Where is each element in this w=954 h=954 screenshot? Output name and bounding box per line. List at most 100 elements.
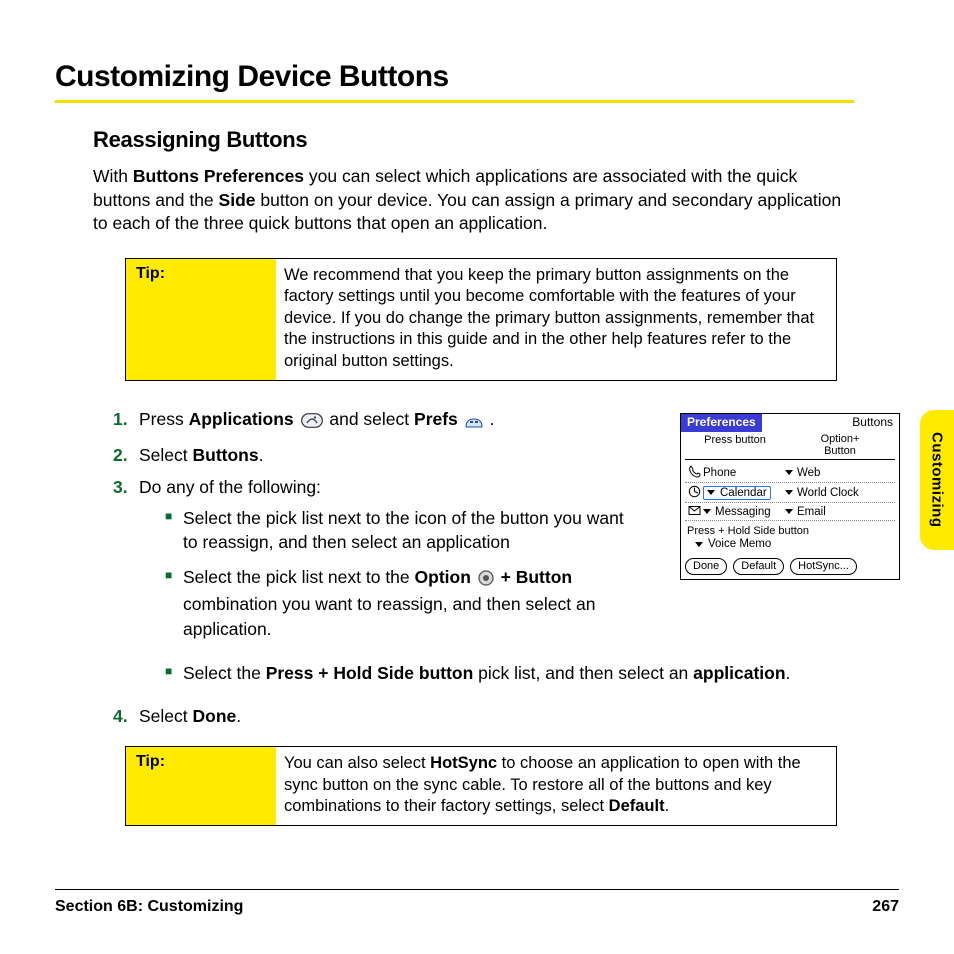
palm-column-headers: Press button Option+Button [685,434,895,460]
palm-picklist-web[interactable]: Web [785,467,895,479]
chevron-down-icon [785,490,793,495]
steps-list-part2: ■ Select the Press + Hold Side button pi… [113,655,843,728]
option-key-icon [478,568,494,593]
chevron-down-icon [703,509,711,514]
text: You can also select [284,754,430,772]
chevron-down-icon [785,509,793,514]
palm-row-messaging: Messaging Email [685,503,895,521]
text: and select [329,409,414,429]
step-1: 1. Press Applications and select Prefs . [113,407,633,435]
text-bold: Applications [189,409,294,429]
step-4: 4. Select Done. [113,704,843,729]
step-number: 2. [113,443,139,468]
text: Select [139,445,193,465]
text: Select [139,706,193,726]
text-bold: Buttons Preferences [133,166,304,186]
bullet-icon: ■ [165,565,183,642]
bullet-icon: ■ [165,506,183,555]
footer-separator [55,889,899,890]
text: Press [139,409,189,429]
step-body: Press Applications and select Prefs . [139,407,633,435]
mail-icon [685,505,703,518]
text: . [665,797,670,815]
text-bold: HotSync [430,754,497,772]
sub-bullet-3-wrap: ■ Select the Press + Hold Side button pi… [139,655,843,696]
palm-done-button[interactable]: Done [685,558,727,575]
bullet-body: Select the pick list next to the Option … [183,565,633,642]
text-bold: + Button [501,567,572,587]
step-body: Select Buttons. [139,443,633,468]
tip-box-1: Tip: We recommend that you keep the prim… [125,258,837,381]
bullet-body: Select the pick list next to the icon of… [183,506,633,555]
sub-bullet-1: ■ Select the pick list next to the icon … [165,506,633,555]
text-bold: Prefs [414,409,458,429]
text: Do any of the following: [139,477,321,497]
palm-picklist-worldclock[interactable]: World Clock [785,487,895,499]
text-bold: Buttons [193,445,259,465]
step-number: 4. [113,704,139,729]
step-number: 1. [113,407,139,435]
text-bold: Option [415,567,471,587]
palm-title: Preferences [681,414,762,432]
text-bold: Side [219,190,256,210]
col-header-press: Press button [685,434,785,457]
text-bold: application [693,663,785,683]
text: . [786,663,791,683]
palm-hotsync-button[interactable]: HotSync... [790,558,857,575]
palm-header: Preferences Buttons [681,414,899,432]
step-2: 2. Select Buttons. [113,443,633,468]
text-bold: Done [193,706,237,726]
text: . [485,409,495,429]
palm-side-button-label: Press + Hold Side button [687,525,895,537]
text: Select the pick list next to the [183,567,415,587]
palm-preferences-screenshot: Preferences Buttons Press button Option+… [680,413,900,580]
text: combination you want to reassign, and th… [183,594,595,639]
intro-paragraph: With Buttons Preferences you can select … [93,165,854,236]
bullet-icon: ■ [165,661,183,686]
text: Select the [183,663,266,683]
palm-row-calendar: Calendar World Clock [685,483,895,503]
text: . [259,445,264,465]
palm-picklist-calendar-selected[interactable]: Calendar [703,486,771,500]
tip-box-2: Tip: You can also select HotSync to choo… [125,746,837,826]
chevron-down-icon [785,470,793,475]
tip-label: Tip: [126,259,276,380]
bullet-body: Select the Press + Hold Side button pick… [183,661,843,686]
palm-category[interactable]: Buttons [762,414,899,432]
section-heading: Reassigning Buttons [93,127,854,153]
text: With [93,166,133,186]
sub-bullet-3: ■ Select the Press + Hold Side button pi… [165,661,843,686]
step-3: 3. Do any of the following: ■ Select the… [113,475,633,651]
text-bold: Press + Hold Side button [266,663,474,683]
chevron-down-icon [707,490,715,495]
palm-row-phone: Phone Web [685,463,895,483]
footer-page-number: 267 [872,898,899,916]
text-bold: Default [609,797,665,815]
sub-bullet-2: ■ Select the pick list next to the Optio… [165,565,633,642]
palm-picklist-email[interactable]: Email [785,506,895,518]
prefs-icon [465,410,483,435]
applications-icon [301,410,323,435]
step-body: Select Done. [139,704,843,729]
calendar-icon [685,485,703,500]
title-separator [55,100,854,103]
phone-icon [685,465,703,480]
step-body: Do any of the following: ■ Select the pi… [139,475,633,651]
text: pick list, and then select an [473,663,693,683]
tip-label: Tip: [126,747,276,825]
palm-picklist-phone[interactable]: Phone [703,467,785,479]
text: . [236,706,241,726]
sub-bullets: ■ Select the pick list next to the icon … [165,506,633,642]
footer-section: Section 6B: Customizing [55,898,243,916]
palm-default-button[interactable]: Default [733,558,784,575]
tip-body: We recommend that you keep the primary b… [276,259,836,380]
page-footer: Section 6B: Customizing 267 [55,898,899,916]
page-title: Customizing Device Buttons [55,60,854,94]
steps-list-part1: 1. Press Applications and select Prefs .… [113,407,633,651]
palm-picklist-sidebutton[interactable]: Voice Memo [695,538,895,550]
palm-picklist-messaging[interactable]: Messaging [703,506,785,518]
step-number: 3. [113,475,139,651]
side-tab-customizing: Customizing [920,410,954,550]
tip-body: You can also select HotSync to choose an… [276,747,836,825]
col-header-option: Option+Button [785,434,895,457]
